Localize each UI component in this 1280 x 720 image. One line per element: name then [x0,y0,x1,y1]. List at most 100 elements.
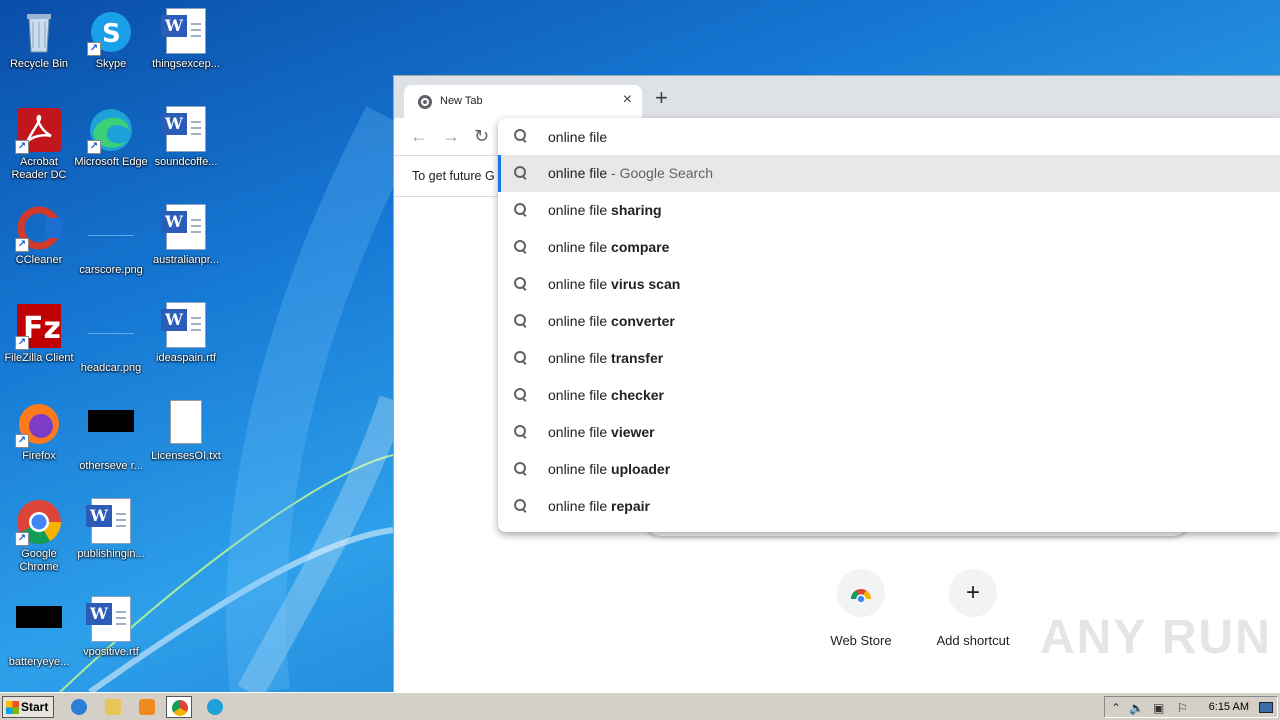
tab-strip: New Tab × + [394,76,1280,119]
start-button[interactable]: Start [2,696,54,718]
suggestion-row[interactable]: online file sharing [498,192,1280,229]
desktop-icon-vpositive[interactable]: W vpositive.rtf [72,592,150,684]
action-center-flag-icon[interactable]: ⚐ [1177,701,1188,715]
omnibox[interactable] [498,118,1280,155]
suggestion-text: online file repair [548,498,650,514]
desktop-icon-headcar[interactable]: headcar.png [72,298,150,390]
desktop-icon-label: Microsoft Edge [74,156,148,168]
network-icon[interactable]: ▣ [1153,701,1164,715]
desktop-icon-publishingin[interactable]: W publishingin... [72,494,150,586]
desktop-icon-skype[interactable]: S ↗ Skype [72,4,150,96]
desktop-icon-ideaspain[interactable]: W ideaspain.rtf [147,298,225,390]
firefox-icon: ↗ [15,400,63,448]
desktop-icon-firefox[interactable]: ↗ Firefox [0,396,78,488]
desktop-icon-carscore[interactable]: carscore.png [72,200,150,292]
desktop-icon-label: LicensesOI.txt [151,450,221,462]
forward-arrow-icon[interactable]: → [442,126,460,146]
suggestion-completion: repair [611,498,650,514]
desktop-icon-label: ideaspain.rtf [156,352,216,364]
web-store-icon [837,569,885,617]
desktop-icon-australianpr[interactable]: W australianpr... [147,200,225,292]
word-doc-icon: W [86,596,135,644]
desktop-icon-chrome[interactable]: ↗ Google Chrome [0,494,78,586]
desktop-icon-thingsexcep[interactable]: W thingsexcep... [147,4,225,96]
taskbar-edge[interactable] [202,696,228,718]
volume-icon[interactable]: 🔈 [1129,701,1144,715]
desktop-icon-edge[interactable]: ↗ Microsoft Edge [72,102,150,194]
reload-icon[interactable]: ↻ [474,126,489,146]
suggestion-text: online file uploader [548,461,670,477]
word-doc-icon: W [86,498,135,546]
taskbar-explorer[interactable] [100,696,126,718]
suggestion-row[interactable]: online file virus scan [498,266,1280,303]
filezilla-icon: Fz ↗ [15,302,63,350]
suggestion-row[interactable]: online file viewer [498,414,1280,451]
search-icon [514,425,528,439]
search-icon [514,203,528,217]
desktop-icon-ccleaner[interactable]: ↗ CCleaner [0,200,78,292]
suggestion-completion: uploader [611,461,671,477]
add-shortcut-button[interactable]: + Add shortcut [917,569,1029,648]
desktop-icon-label: thingsexcep... [152,58,220,70]
suggestion-row[interactable]: online file repair [498,488,1280,525]
black-file-icon [15,606,63,654]
desktop-icon-label: CCleaner [15,254,63,266]
close-tab-icon[interactable]: × [623,91,632,109]
desktop-icon-label: Acrobat Reader DC [11,156,67,181]
start-label: Start [21,700,49,714]
new-tab-button[interactable]: + [655,87,668,109]
search-icon [514,166,528,180]
desktop-icon-label: Google Chrome [19,548,59,573]
suggestion-text: online file compare [548,239,669,255]
omnibox-input[interactable] [548,128,848,146]
suggestion-completion: transfer [611,350,664,366]
back-arrow-icon[interactable]: ← [410,126,428,146]
desktop-icon-label: Skype [95,58,127,70]
suggestion-row[interactable]: online file compare [498,229,1280,266]
info-bar-text: To get future G [412,169,495,183]
desktop-icon-acrobat[interactable]: ↗ Acrobat Reader DC [0,102,78,194]
suggestion-prefix: online file [548,498,612,514]
chrome-icon [172,700,188,716]
suggestion-row[interactable]: online file checker [498,377,1280,414]
suggestion-row[interactable]: online file uploader [498,451,1280,488]
word-doc-icon: W [161,204,210,252]
suggestion-text: online file transfer [548,350,663,366]
desktop-icon-soundcoffe[interactable]: W soundcoffe... [147,102,225,194]
media-player-icon [139,699,155,715]
suggestion-row[interactable]: online file transfer [498,340,1280,377]
desktop-icon-otherseve[interactable]: otherseve r... [72,396,150,488]
suggestion-prefix: online file [548,202,612,218]
desktop-icon-recycle-bin[interactable]: Recycle Bin [0,4,78,96]
taskbar-chrome[interactable] [166,696,192,718]
chrome-favicon-icon [418,95,432,109]
black-file-icon [87,410,135,458]
svg-text:S: S [102,19,121,49]
tab-new-tab[interactable]: New Tab × [404,85,642,119]
desktop-icon-batteryeye[interactable]: batteryeye... [0,592,78,684]
suggestion-completion: compare [611,239,670,255]
suggestion-prefix: online file [548,461,612,477]
desktop-icon-label: publishingin... [77,548,145,560]
show-desktop-icon[interactable] [1259,702,1273,713]
tray-expand-icon[interactable]: ⌃ [1111,701,1121,715]
desktop-icon-licensesoi[interactable]: LicensesOI.txt [147,396,225,488]
search-icon [514,277,528,291]
png-file-icon [87,214,135,262]
word-doc-icon: W [161,8,210,56]
shortcut-web-store[interactable]: Web Store [805,569,917,648]
tab-title: New Tab [440,95,483,107]
anyrun-watermark: ANY RUN [1040,611,1272,664]
taskbar-ie[interactable] [66,696,92,718]
acrobat-icon: ↗ [15,106,63,154]
shortcut-label: Add shortcut [936,633,1010,648]
taskbar-media-player[interactable] [134,696,160,718]
word-doc-icon: W [161,302,210,350]
recycle-bin-icon [15,8,63,56]
clock[interactable]: 6:15 AM [1209,701,1249,713]
suggestion-text: online file - Google Search [548,165,713,181]
suggestion-row[interactable]: online file - Google Search [498,155,1280,192]
suggestion-row[interactable]: online file converter [498,303,1280,340]
suggestion-completion: sharing [611,202,662,218]
desktop-icon-filezilla[interactable]: Fz ↗ FileZilla Client [0,298,78,390]
